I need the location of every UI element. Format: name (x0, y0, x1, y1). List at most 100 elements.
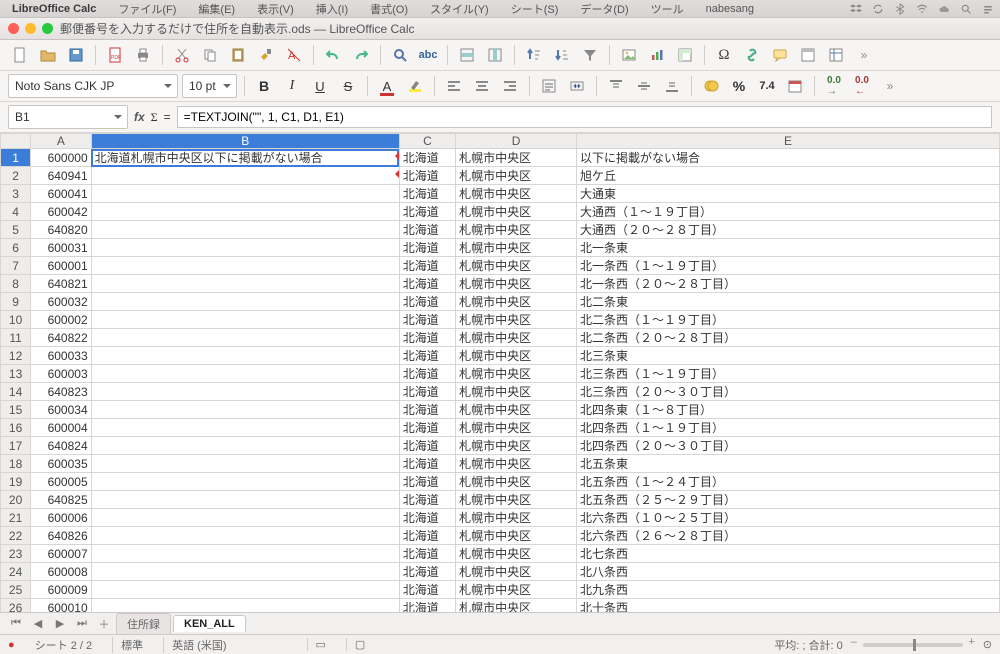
equals-button[interactable]: = (164, 110, 171, 124)
cell[interactable]: 北海道 (399, 527, 455, 545)
format-toolbar-overflow-button[interactable]: » (878, 74, 902, 98)
cell[interactable] (91, 365, 399, 383)
cell[interactable]: 北海道 (399, 455, 455, 473)
cell[interactable] (91, 203, 399, 221)
align-right-button[interactable] (498, 74, 522, 98)
highlight-button[interactable] (403, 74, 427, 98)
underline-button[interactable]: U (308, 74, 332, 98)
row-header[interactable]: 10 (1, 311, 31, 329)
cell[interactable] (91, 275, 399, 293)
select-all-corner[interactable] (1, 134, 31, 149)
cell[interactable]: 札幌市中央区 (456, 599, 577, 613)
cell[interactable] (91, 545, 399, 563)
cell[interactable]: 札幌市中央区 (456, 275, 577, 293)
cell[interactable]: 札幌市中央区 (456, 149, 577, 167)
cell[interactable]: 札幌市中央区 (456, 329, 577, 347)
cell[interactable]: 札幌市中央区 (456, 473, 577, 491)
cell[interactable] (91, 581, 399, 599)
open-button[interactable] (36, 43, 60, 67)
cell[interactable]: 北海道 (399, 545, 455, 563)
row-header[interactable]: 25 (1, 581, 31, 599)
cell[interactable] (91, 329, 399, 347)
spellcheck-button[interactable]: abc (416, 43, 440, 67)
cell[interactable] (91, 527, 399, 545)
row-header[interactable]: 16 (1, 419, 31, 437)
cell[interactable]: 北二条西（１〜１９丁目） (577, 311, 1000, 329)
cell[interactable]: 北六条西（２６〜２８丁目） (577, 527, 1000, 545)
insert-chart-button[interactable] (645, 43, 669, 67)
date-format-button[interactable] (783, 74, 807, 98)
row-header[interactable]: 15 (1, 401, 31, 419)
cell[interactable]: 640825 (31, 491, 91, 509)
cell[interactable]: 600007 (31, 545, 91, 563)
cell[interactable]: 北三条西（１〜１９丁目） (577, 365, 1000, 383)
app-name[interactable]: LibreOffice Calc (6, 2, 102, 16)
cell[interactable]: 640821 (31, 275, 91, 293)
cell[interactable] (91, 563, 399, 581)
cell[interactable] (91, 311, 399, 329)
cell[interactable] (91, 257, 399, 275)
tab-next-button[interactable]: ▶ (50, 615, 70, 633)
cell[interactable]: 北海道 (399, 293, 455, 311)
menu-format[interactable]: 書式(O) (364, 0, 414, 18)
row-header[interactable]: 9 (1, 293, 31, 311)
formula-input[interactable] (177, 106, 992, 128)
sheet-tab-2[interactable]: KEN_ALL (173, 615, 246, 632)
cell[interactable] (91, 473, 399, 491)
cell[interactable] (91, 221, 399, 239)
minimize-window-button[interactable] (25, 23, 36, 34)
sum-button[interactable]: Σ (151, 110, 158, 125)
freeze-button[interactable] (824, 43, 848, 67)
cell[interactable]: 北五条西（１〜２４丁目） (577, 473, 1000, 491)
wifi-icon[interactable] (916, 3, 928, 15)
cell[interactable]: 北海道 (399, 401, 455, 419)
cell[interactable] (91, 455, 399, 473)
cell[interactable]: 北四条東（１〜８丁目） (577, 401, 1000, 419)
comment-button[interactable] (768, 43, 792, 67)
cell[interactable]: 北二条西（２０〜２８丁目） (577, 329, 1000, 347)
cell[interactable]: 札幌市中央区 (456, 581, 577, 599)
bluetooth-icon[interactable] (894, 3, 906, 15)
cell[interactable]: 640822 (31, 329, 91, 347)
cell[interactable]: 札幌市中央区 (456, 185, 577, 203)
font-size-combo[interactable]: 10 pt (182, 74, 237, 98)
menu-view[interactable]: 表示(V) (251, 0, 300, 18)
number-format-button[interactable]: 7.4 (755, 74, 779, 98)
row-header[interactable]: 22 (1, 527, 31, 545)
cell[interactable]: 大通西（１〜１９丁目） (577, 203, 1000, 221)
cell[interactable]: 北海道 (399, 257, 455, 275)
row-header[interactable]: 7 (1, 257, 31, 275)
cell[interactable]: 北三条西（２０〜３０丁目） (577, 383, 1000, 401)
cell[interactable] (91, 167, 399, 185)
print-button[interactable] (131, 43, 155, 67)
cell[interactable]: 600033 (31, 347, 91, 365)
cell[interactable]: 北海道 (399, 563, 455, 581)
cell[interactable]: 北海道 (399, 311, 455, 329)
cell[interactable]: 札幌市中央区 (456, 509, 577, 527)
cell[interactable]: 北海道 (399, 347, 455, 365)
undo-button[interactable] (321, 43, 345, 67)
menu-file[interactable]: ファイル(F) (112, 0, 182, 18)
cell[interactable]: 640941 (31, 167, 91, 185)
notifications-icon[interactable] (982, 3, 994, 15)
row-header[interactable]: 21 (1, 509, 31, 527)
merge-cells-button[interactable] (565, 74, 589, 98)
menu-edit[interactable]: 編集(E) (192, 0, 241, 18)
row-header[interactable]: 18 (1, 455, 31, 473)
cell[interactable]: 600009 (31, 581, 91, 599)
strikethrough-button[interactable]: S (336, 74, 360, 98)
cell[interactable]: 600042 (31, 203, 91, 221)
cell[interactable]: 北海道 (399, 581, 455, 599)
menu-insert[interactable]: 挿入(I) (310, 0, 354, 18)
format-paintbrush-button[interactable] (254, 43, 278, 67)
column-header-A[interactable]: A (31, 134, 91, 149)
cell[interactable]: 北六条西（１０〜２５丁目） (577, 509, 1000, 527)
redo-button[interactable] (349, 43, 373, 67)
cell[interactable]: 北海道 (399, 239, 455, 257)
cell[interactable]: 札幌市中央区 (456, 347, 577, 365)
cell[interactable]: 北海道 (399, 419, 455, 437)
cell[interactable]: 札幌市中央区 (456, 311, 577, 329)
row-header[interactable]: 12 (1, 347, 31, 365)
cell[interactable]: 北一条西（２０〜２８丁目） (577, 275, 1000, 293)
zoom-window-button[interactable] (42, 23, 53, 34)
